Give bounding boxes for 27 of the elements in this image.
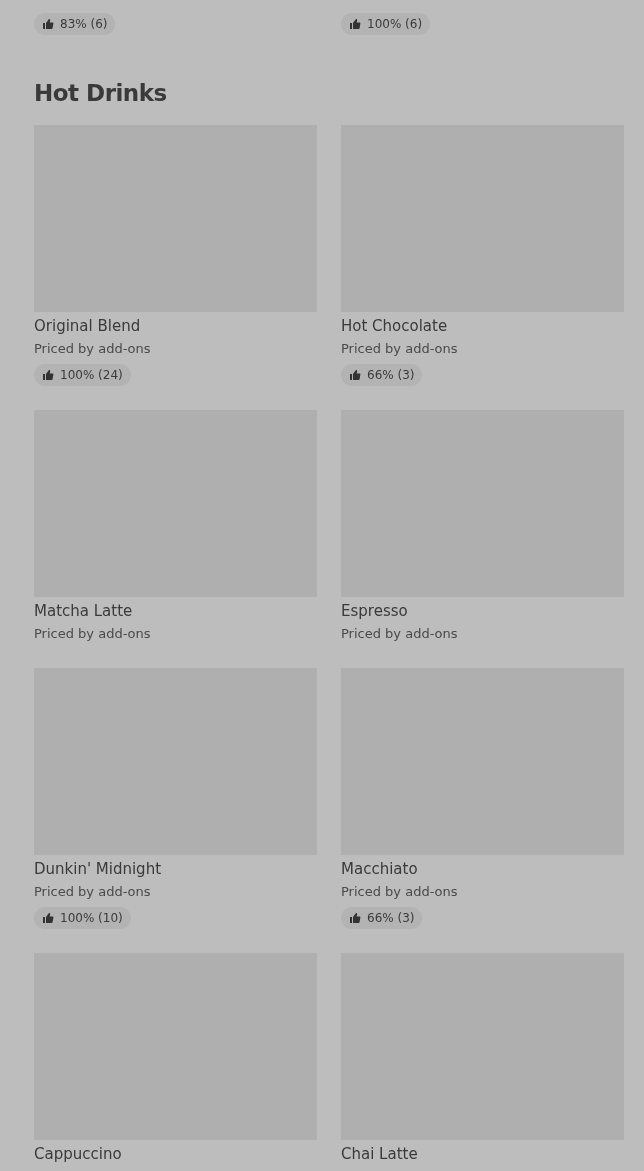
rating-badge: 100% (10) [34,907,131,929]
thumbs-up-icon [42,369,54,381]
product-price: Priced by add-ons [341,625,458,643]
product-name[interactable]: Chai Latte [341,1144,418,1164]
product-price: Priced by add-ons [34,883,151,901]
rating-badge: 66% (3) [341,364,423,386]
product-price: Priced by add-ons [341,883,458,901]
rating-badge: 83% (6) [34,13,116,35]
rating-badge: 100% (6) [341,13,431,35]
thumbs-up-icon [349,912,361,924]
product-name[interactable]: Cappuccino [34,1144,122,1164]
thumbs-up-icon [349,369,361,381]
product-price: Priced by add-ons [341,340,458,358]
product-name[interactable]: Hot Chocolate [341,316,448,336]
product-name[interactable]: Espresso [341,601,408,621]
thumbs-up-icon [42,912,54,924]
product-name[interactable]: Original Blend [34,316,141,336]
rating-badge: 66% (3) [341,907,423,929]
thumbs-up-icon [42,18,54,30]
section-title: Hot Drinks [34,79,168,108]
product-name[interactable]: Matcha Latte [34,601,133,621]
thumbs-up-icon [349,18,361,30]
product-price: Priced by add-ons [34,625,151,643]
product-name[interactable]: Macchiato [341,859,418,879]
product-price: Priced by add-ons [34,340,151,358]
product-name[interactable]: Dunkin' Midnight [34,859,162,879]
rating-badge: 100% (24) [34,364,131,386]
